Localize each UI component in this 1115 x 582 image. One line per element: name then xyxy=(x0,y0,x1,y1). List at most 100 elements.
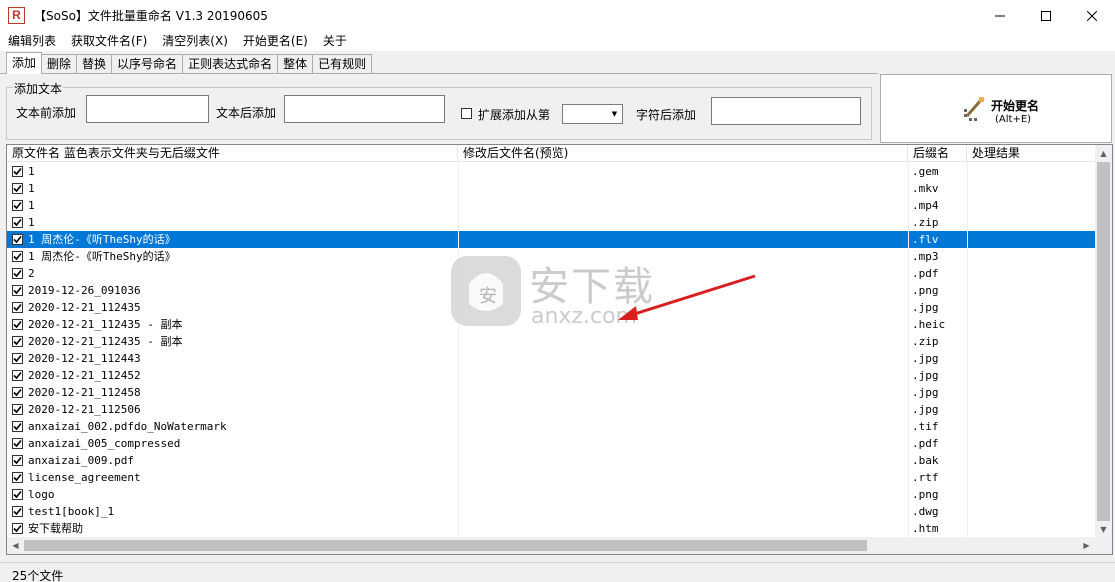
table-row[interactable]: 1 .gem xyxy=(7,163,1096,180)
row-checkbox[interactable] xyxy=(12,251,23,262)
row-checkbox[interactable] xyxy=(12,506,23,517)
row-checkbox[interactable] xyxy=(12,387,23,398)
table-row[interactable]: logo .png xyxy=(7,486,1096,503)
table-row[interactable]: 1 周杰伦-《听TheShy的话》 .mp3 xyxy=(7,248,1096,265)
row-checkbox[interactable] xyxy=(12,200,23,211)
column-extension[interactable]: 后缀名 xyxy=(908,145,967,162)
table-row[interactable]: 2020-12-21_112452 .jpg xyxy=(7,367,1096,384)
after-text-input[interactable] xyxy=(284,95,445,123)
table-row[interactable]: license_agreement .rtf xyxy=(7,469,1096,486)
table-row[interactable]: anxaizai_002.pdfdo_NoWatermark .tif xyxy=(7,418,1096,435)
chevron-down-icon[interactable]: ▼ xyxy=(607,105,622,123)
row-extension: .zip xyxy=(912,216,939,229)
column-result[interactable]: 处理结果 xyxy=(967,145,1096,162)
before-text-input[interactable] xyxy=(86,95,209,123)
scroll-right-icon[interactable]: ▶ xyxy=(1078,537,1095,554)
menu-about[interactable]: 关于 xyxy=(315,31,354,51)
tab-delete[interactable]: 删除 xyxy=(41,54,78,74)
file-count: 25个文件 xyxy=(12,569,64,582)
table-row[interactable]: 2020-12-21_112435 - 副本 .zip xyxy=(7,333,1096,350)
row-checkbox[interactable] xyxy=(12,489,23,500)
row-extension: .jpg xyxy=(912,369,939,382)
table-row[interactable]: 安下载帮助 .htm xyxy=(7,520,1096,537)
row-checkbox[interactable] xyxy=(12,183,23,194)
tab-sequence[interactable]: 以序号命名 xyxy=(111,54,184,74)
row-extension: .mkv xyxy=(912,182,939,195)
tab-existing-rules[interactable]: 已有规则 xyxy=(312,54,373,74)
extend-checkbox[interactable] xyxy=(461,108,472,119)
row-checkbox[interactable] xyxy=(12,234,23,245)
check-icon xyxy=(13,218,22,227)
row-checkbox[interactable] xyxy=(12,285,23,296)
close-button[interactable] xyxy=(1069,0,1115,31)
extend-label: 扩展添加从第 xyxy=(478,108,551,122)
horizontal-scroll-thumb[interactable] xyxy=(24,540,867,551)
row-original-name: 2020-12-21_112458 xyxy=(28,386,141,399)
row-checkbox[interactable] xyxy=(12,438,23,449)
scroll-left-icon[interactable]: ◀ xyxy=(7,537,24,554)
table-row[interactable]: 2020-12-21_112458 .jpg xyxy=(7,384,1096,401)
scroll-down-icon[interactable]: ▼ xyxy=(1095,521,1112,538)
row-extension: .pdf xyxy=(912,267,939,280)
table-row[interactable]: 2020-12-21_112435 .jpg xyxy=(7,299,1096,316)
column-preview-name[interactable]: 修改后文件名(预览) xyxy=(458,145,908,162)
check-icon xyxy=(13,490,22,499)
table-row[interactable]: test1[book]_1 .dwg xyxy=(7,503,1096,520)
row-checkbox[interactable] xyxy=(12,523,23,534)
horizontal-scrollbar[interactable]: ◀ ▶ xyxy=(7,537,1112,554)
column-original-name[interactable]: 原文件名 蓝色表示文件夹与无后缀文件 xyxy=(7,145,458,162)
row-original-name: anxaizai_005_compressed xyxy=(28,437,181,450)
row-checkbox[interactable] xyxy=(12,319,23,330)
table-row[interactable]: 2 .pdf xyxy=(7,265,1096,282)
start-rename-button[interactable]: 开始更名 (Alt+E) xyxy=(880,74,1112,143)
row-extension: .zip xyxy=(912,335,939,348)
table-row[interactable]: 1 .mp4 xyxy=(7,197,1096,214)
vertical-scroll-thumb[interactable] xyxy=(1097,162,1110,521)
table-row[interactable]: 2020-12-21_112506 .jpg xyxy=(7,401,1096,418)
row-original-name: 1 xyxy=(28,216,35,229)
menu-clear-list[interactable]: 清空列表(X) xyxy=(154,31,235,51)
row-extension: .mp3 xyxy=(912,250,939,263)
list-header: 原文件名 蓝色表示文件夹与无后缀文件 修改后文件名(预览) 后缀名 处理结果 xyxy=(7,145,1096,162)
row-original-name: 1 周杰伦-《听TheShy的话》 xyxy=(28,250,176,263)
scroll-up-icon[interactable]: ▲ xyxy=(1095,145,1112,162)
row-original-name: logo xyxy=(28,488,55,501)
menu-edit-list[interactable]: 编辑列表 xyxy=(0,31,63,51)
row-checkbox[interactable] xyxy=(12,455,23,466)
row-checkbox[interactable] xyxy=(12,353,23,364)
tab-regex[interactable]: 正则表达式命名 xyxy=(182,54,279,74)
row-checkbox[interactable] xyxy=(12,404,23,415)
position-combo[interactable]: ▼ xyxy=(562,104,623,124)
tab-replace[interactable]: 替换 xyxy=(76,54,113,74)
row-original-name: anxaizai_002.pdfdo_NoWatermark xyxy=(28,420,227,433)
table-row[interactable]: 1 .mkv xyxy=(7,180,1096,197)
table-row[interactable]: 1 .zip xyxy=(7,214,1096,231)
check-icon xyxy=(13,507,22,516)
row-checkbox[interactable] xyxy=(12,421,23,432)
row-checkbox[interactable] xyxy=(12,370,23,381)
table-row[interactable]: 2020-12-21_112443 .jpg xyxy=(7,350,1096,367)
check-icon xyxy=(13,337,22,346)
row-checkbox[interactable] xyxy=(12,166,23,177)
table-row[interactable]: anxaizai_005_compressed .pdf xyxy=(7,435,1096,452)
vertical-scrollbar[interactable]: ▲ ▼ xyxy=(1095,145,1112,538)
file-list[interactable]: 原文件名 蓝色表示文件夹与无后缀文件 修改后文件名(预览) 后缀名 处理结果 1… xyxy=(6,144,1113,555)
menu-get-filenames[interactable]: 获取文件名(F) xyxy=(63,31,154,51)
tab-whole[interactable]: 整体 xyxy=(277,54,314,74)
table-row[interactable]: 2020-12-21_112435 - 副本 .heic xyxy=(7,316,1096,333)
table-row[interactable]: 1 周杰伦-《听TheShy的话》 .flv xyxy=(7,231,1096,248)
row-checkbox[interactable] xyxy=(12,336,23,347)
row-extension: .jpg xyxy=(912,386,939,399)
row-checkbox[interactable] xyxy=(12,472,23,483)
maximize-button[interactable] xyxy=(1023,0,1069,31)
after-char-input[interactable] xyxy=(711,97,861,125)
row-checkbox[interactable] xyxy=(12,217,23,228)
menu-start-rename[interactable]: 开始更名(E) xyxy=(235,31,315,51)
table-row[interactable]: 2019-12-26_091036 .png xyxy=(7,282,1096,299)
table-row[interactable]: anxaizai_009.pdf .bak xyxy=(7,452,1096,469)
tab-add[interactable]: 添加 xyxy=(6,52,43,74)
title-bar: R 【SoSo】文件批量重命名 V1.3 20190605 xyxy=(0,0,1115,31)
row-checkbox[interactable] xyxy=(12,302,23,313)
minimize-button[interactable] xyxy=(977,0,1023,31)
row-checkbox[interactable] xyxy=(12,268,23,279)
